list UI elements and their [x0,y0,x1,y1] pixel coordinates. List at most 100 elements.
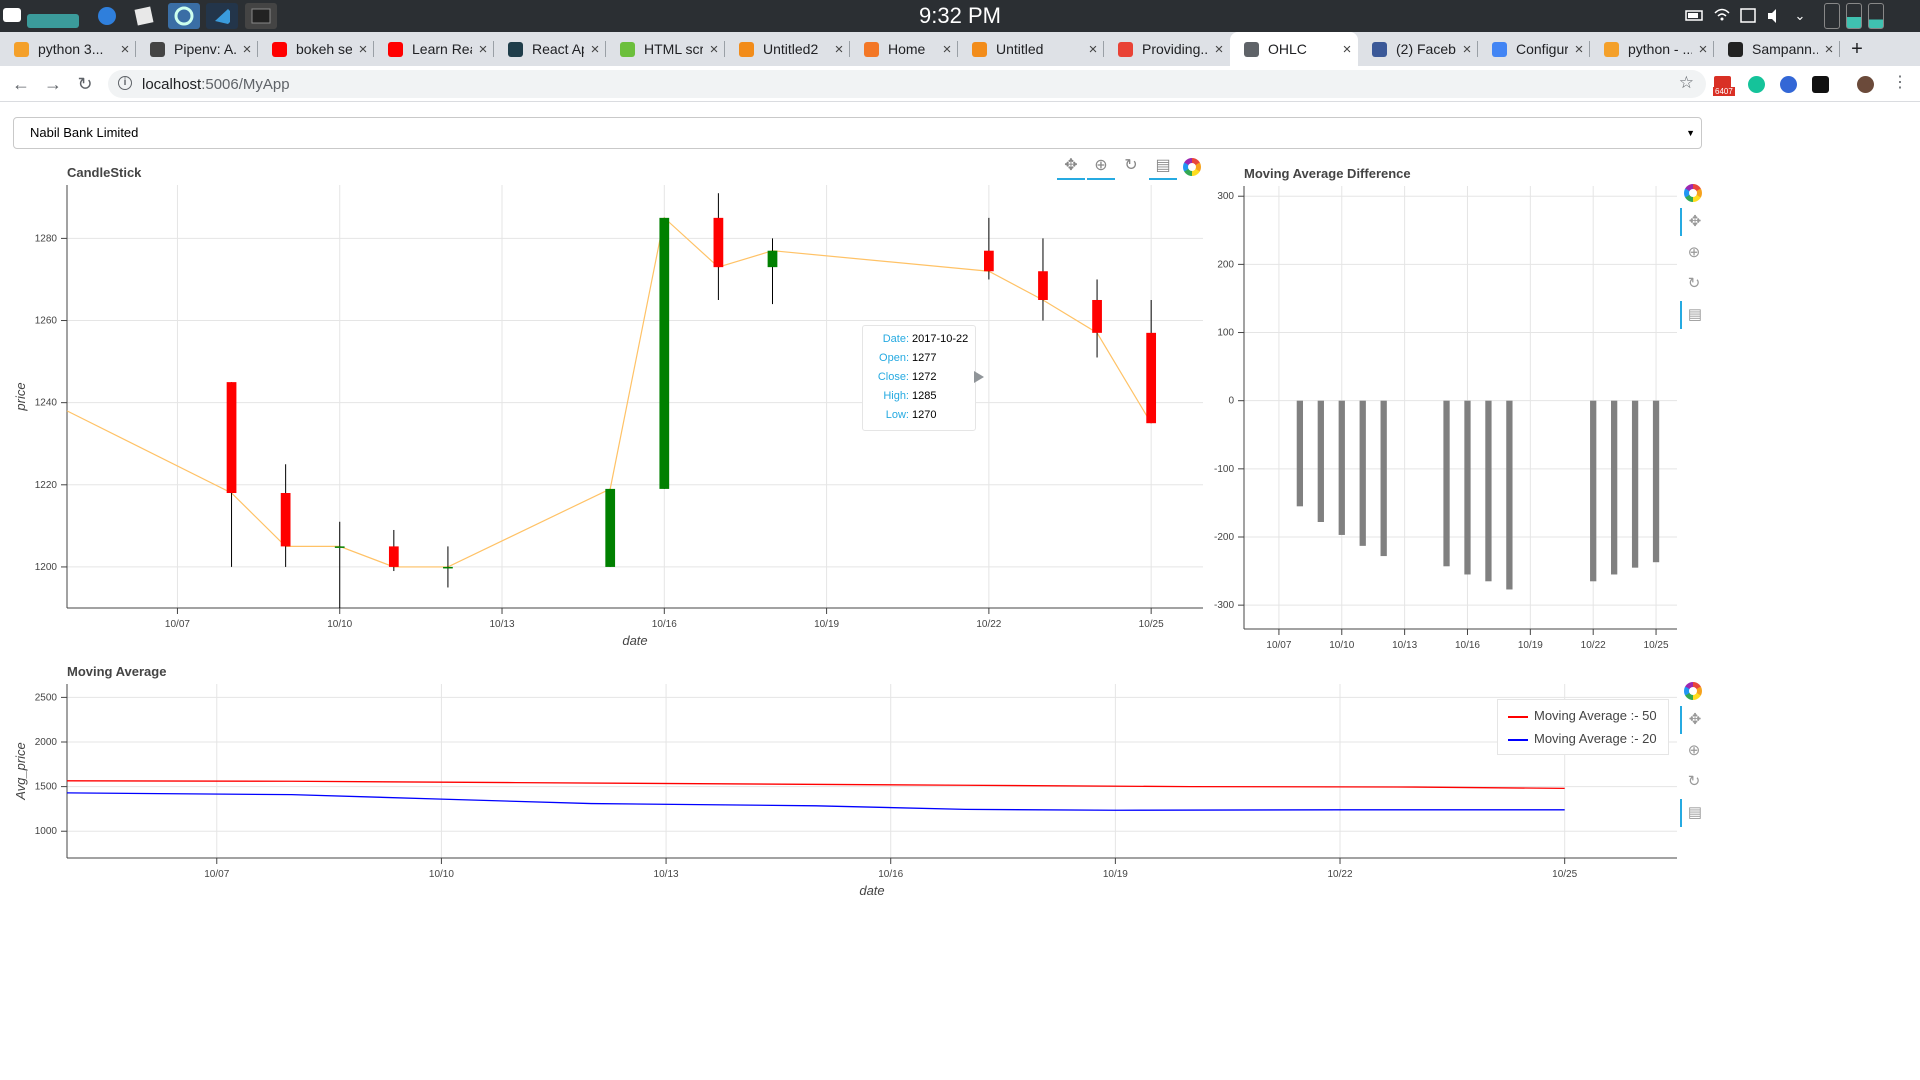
tab-close-icon[interactable]: × [472,41,494,58]
reset-tool-icon[interactable]: ↻ [1117,154,1145,180]
browser-tab[interactable]: Learn Rea...× [374,32,494,66]
tooltip-key: Date: [882,333,909,345]
tab-close-icon[interactable]: × [828,41,850,58]
ma-difference-bar [1590,400,1597,582]
wifi-icon[interactable] [1712,3,1732,29]
bookmark-star-icon[interactable]: ☆ [1679,73,1694,93]
clock[interactable]: 9:32 PM [0,3,1920,29]
tab-close-icon[interactable]: × [236,41,258,58]
tab-title: Pipenv: A... [174,41,236,57]
browser-tab[interactable]: bokeh ser...× [258,32,374,66]
browser-tab[interactable]: Untitled × [958,32,1104,66]
browser-tab[interactable]: Home × [850,32,958,66]
hover-tool-icon[interactable]: ▤ [1680,799,1708,827]
tooltip-key: Close: [877,371,909,383]
url-text[interactable]: localhost:5006/MyApp [142,76,290,93]
bokeh-app: Nabil Bank Limited ▼ CandleStick 10/07 10/… [0,102,1920,1080]
chart-legend[interactable]: Moving Average :- 50 Moving Average :- 2… [1497,699,1669,755]
x-tick-label: 10/10 [327,619,352,630]
tab-close-icon[interactable]: × [1692,41,1714,58]
profile-avatar[interactable] [1857,76,1874,93]
display-icon[interactable] [1738,3,1758,29]
tray-expand-icon[interactable]: ⌄ [1792,3,1808,29]
volume-icon[interactable] [1765,3,1785,29]
tab-close-icon[interactable]: × [352,41,374,58]
tooltip-key: High: [883,390,909,402]
x-tick-label: 10/25 [1139,619,1164,630]
tab-close-icon[interactable]: × [114,41,136,58]
y-tick-label: 1000 [35,826,58,837]
tab-favicon-icon [620,41,635,57]
browser-tab[interactable]: OHLC × [1230,32,1358,66]
candle-body [226,382,237,494]
new-tab-button[interactable]: + [1843,32,1871,66]
x-tick-label: 10/10 [1329,640,1354,651]
hover-tool-icon[interactable]: ▤ [1149,154,1177,180]
menu-icon[interactable]: ⋮ [1892,72,1908,92]
legend-item-ma50[interactable]: Moving Average :- 50 [1508,707,1657,725]
hover-tool-icon[interactable]: ▤ [1680,301,1708,329]
gmail-badge: 6407 [1713,87,1735,96]
tooltip-value: 1277 [912,352,937,364]
x-tick-label: 10/13 [490,619,515,630]
pan-tool-icon[interactable]: ✥ [1057,154,1085,180]
wheel-zoom-tool-icon[interactable]: ⊕ [1680,737,1708,765]
battery-icon[interactable] [1685,3,1705,29]
bokeh-logo-icon[interactable] [1684,184,1702,202]
charts-canvas[interactable]: CandleStick 10/07 10/10 10/13 10/16 10/19 10/2… [0,102,1920,1080]
pan-tool-icon[interactable]: ✥ [1680,208,1708,236]
browser-tab[interactable]: Providing... × [1104,32,1230,66]
tab-close-icon[interactable]: × [936,41,958,58]
browser-tab[interactable]: Sampann... × [1714,32,1840,66]
ma-difference-bar [1485,400,1492,582]
ma-difference-bar [1652,400,1660,563]
tooltip-value: 2017-10-22 [912,333,969,345]
pan-tool-icon[interactable]: ✥ [1680,706,1708,734]
wheel-zoom-tool-icon[interactable]: ⊕ [1680,239,1708,267]
legend-item-ma20[interactable]: Moving Average :- 20 [1508,730,1657,748]
browser-tab[interactable]: (2) Faceb...× [1358,32,1478,66]
browser-tab[interactable]: Pipenv: A...× [136,32,258,66]
adblock-extension-icon[interactable] [1812,76,1829,93]
candle-body [767,250,778,268]
tab-close-icon[interactable]: × [1336,41,1358,58]
tab-close-icon[interactable]: × [1818,41,1840,58]
extension-icon[interactable] [1780,76,1797,93]
tooltip-value: 1270 [912,409,937,421]
back-button[interactable]: ← [10,73,32,95]
bokeh-logo-icon[interactable] [1684,682,1702,700]
candle-body [280,493,291,547]
wheel-zoom-tool-icon[interactable]: ⊕ [1087,154,1115,180]
browser-tab[interactable]: React App× [494,32,606,66]
browser-tab[interactable]: python 3... × [0,32,136,66]
tab-close-icon[interactable]: × [1568,41,1590,58]
tab-close-icon[interactable]: × [1208,41,1230,58]
reload-button[interactable]: ↻ [74,73,96,95]
x-tick-label: 10/07 [1266,640,1291,651]
tab-close-icon[interactable]: × [703,41,725,58]
x-tick-label: 10/19 [1103,869,1128,880]
browser-tab[interactable]: Configur...× [1478,32,1590,66]
tab-close-icon[interactable]: × [1082,41,1104,58]
y-tick-label: -200 [1214,532,1234,543]
candle-body [605,488,616,567]
tab-title: Untitled [996,41,1044,57]
site-info-icon[interactable]: i [118,76,132,90]
tab-title: Sampann... [1752,41,1818,57]
tab-close-icon[interactable]: × [1456,41,1478,58]
system-top-bar: 9:32 PM ⌄ [0,0,1920,32]
browser-tab[interactable]: Untitled2 × [725,32,850,66]
browser-tab-strip: python 3...×Pipenv: A...×bokeh ser...×Le… [0,32,1920,66]
tab-favicon-icon [272,41,287,57]
reset-tool-icon[interactable]: ↻ [1680,270,1708,298]
reset-tool-icon[interactable]: ↻ [1680,768,1708,796]
browser-tab[interactable]: HTML scr...× [606,32,725,66]
browser-tab[interactable]: python - ... × [1590,32,1714,66]
forward-button[interactable]: → [42,73,64,95]
bokeh-logo-icon[interactable] [1183,158,1201,176]
address-bar[interactable]: i localhost:5006/MyApp ☆ [108,70,1706,98]
grammarly-extension-icon[interactable] [1748,76,1765,93]
tab-favicon-icon [1244,41,1259,57]
ma-difference-bar [1443,400,1450,567]
tab-close-icon[interactable]: × [584,41,606,58]
